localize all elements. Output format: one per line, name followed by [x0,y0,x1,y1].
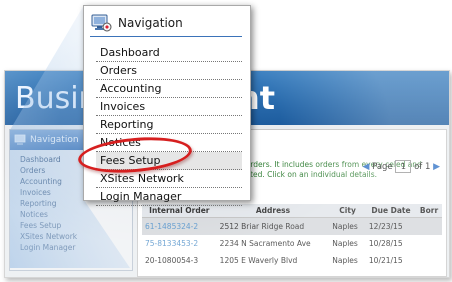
table-row[interactable]: 75-8133453-2 2234 N Sacramento Ave Naple… [142,235,442,252]
prev-page-icon[interactable]: ◀ [362,162,369,172]
menu-item-xsites-network[interactable]: XSites Network [96,170,242,188]
menu-item-notices[interactable]: Notices [96,134,242,152]
column-header[interactable]: Borr [416,204,442,218]
menu-item-invoices[interactable]: Invoices [96,98,242,116]
pager-label: Page [372,162,393,172]
pager: ◀ Page 1 of 1 ▶ [362,160,440,173]
navigation-icon [14,134,26,145]
table-row[interactable]: 61-1485324-2 2512 Briar Ridge Road Naple… [142,217,442,235]
column-header[interactable]: Due Date [365,204,417,218]
menu-item-orders[interactable]: Orders [96,62,242,80]
menu-item-login-manager[interactable]: Login Manager [96,188,242,206]
table-cell: 2234 N Sacramento Ave [219,239,311,248]
popup-header: Navigation [90,12,242,37]
table-cell [416,252,442,269]
order-number-link[interactable]: 20-1080054-3 [142,252,217,269]
table-header-row: Internal Order Address City Due Date Bor… [142,204,442,218]
order-number-link[interactable]: 61-1485324-2 [142,217,217,235]
navigation-popup: Navigation Dashboard Orders Accounting I… [83,5,251,206]
column-header[interactable]: Internal Order [142,204,217,218]
table-cell [416,235,442,252]
popup-menu: Dashboard Orders Accounting Invoices Rep… [96,44,242,206]
next-page-icon[interactable]: ▶ [433,162,440,172]
table-cell [416,217,442,235]
orders-table: Internal Order Address City Due Date Bor… [142,204,442,269]
column-header[interactable]: Address [216,204,330,218]
menu-item-dashboard[interactable]: Dashboard [96,44,242,62]
sidebar-item-notices[interactable]: Notices [20,209,132,220]
pager-of-label: of 1 [414,162,431,172]
table-cell: Naples [329,217,366,235]
table-cell: 12/23/15 [365,217,417,235]
menu-item-reporting[interactable]: Reporting [96,116,242,134]
table-cell: Naples [332,239,358,248]
menu-item-fees-setup[interactable]: Fees Setup [96,152,242,170]
sidebar-item-login-manager[interactable]: Login Manager [20,242,132,253]
popup-title: Navigation [118,16,183,30]
table-cell: 1205 E Waverly Blvd [219,256,298,265]
sidebar-title: Navigation [30,135,79,145]
table-cell: 10/21/15 [368,256,403,265]
table-cell: 10/28/15 [368,239,403,248]
sidebar-item-fees-setup[interactable]: Fees Setup [20,220,132,231]
table-cell: 2512 Briar Ridge Road [216,217,330,235]
navigation-icon [91,14,112,32]
column-header[interactable]: City [329,204,366,218]
table-row[interactable]: 20-1080054-3 1205 E Waverly Blvd Naples … [142,252,442,269]
table-cell: Naples [332,256,358,265]
sidebar-item-xsites-network[interactable]: XSites Network [20,231,132,242]
page-input[interactable]: 1 [395,160,412,173]
menu-item-accounting[interactable]: Accounting [96,80,242,98]
order-number-link[interactable]: 75-8133453-2 [142,235,217,252]
